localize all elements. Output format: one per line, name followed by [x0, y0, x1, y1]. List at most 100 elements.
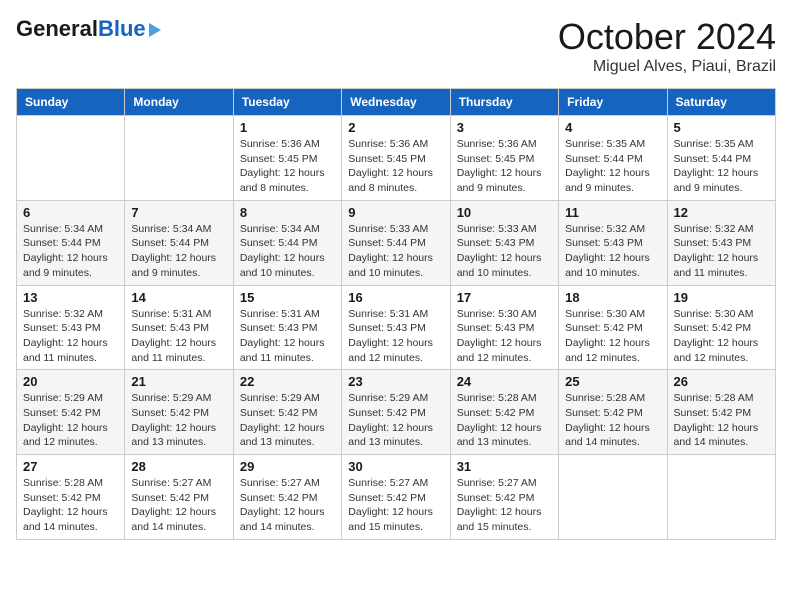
calendar-cell: 30 Sunrise: 5:27 AMSunset: 5:42 PMDayligh…: [342, 455, 450, 540]
calendar-cell: 9 Sunrise: 5:33 AMSunset: 5:44 PMDaylight…: [342, 200, 450, 285]
day-number: 22: [240, 374, 335, 389]
weekday-header-wednesday: Wednesday: [342, 89, 450, 116]
calendar-cell: 13 Sunrise: 5:32 AMSunset: 5:43 PMDayligh…: [17, 285, 125, 370]
day-info: Sunrise: 5:32 AMSunset: 5:43 PMDaylight:…: [23, 307, 118, 366]
calendar-cell: 7 Sunrise: 5:34 AMSunset: 5:44 PMDaylight…: [125, 200, 233, 285]
day-info: Sunrise: 5:31 AMSunset: 5:43 PMDaylight:…: [240, 307, 335, 366]
day-number: 4: [565, 120, 660, 135]
calendar-cell: 28 Sunrise: 5:27 AMSunset: 5:42 PMDayligh…: [125, 455, 233, 540]
calendar-cell: [125, 116, 233, 201]
calendar-cell: 20 Sunrise: 5:29 AMSunset: 5:42 PMDayligh…: [17, 370, 125, 455]
weekday-header-monday: Monday: [125, 89, 233, 116]
calendar-week-row: 1 Sunrise: 5:36 AMSunset: 5:45 PMDaylight…: [17, 116, 776, 201]
calendar-cell: [559, 455, 667, 540]
calendar-cell: 24 Sunrise: 5:28 AMSunset: 5:42 PMDayligh…: [450, 370, 558, 455]
day-number: 18: [565, 290, 660, 305]
weekday-header-thursday: Thursday: [450, 89, 558, 116]
day-info: Sunrise: 5:27 AMSunset: 5:42 PMDaylight:…: [240, 476, 335, 535]
day-info: Sunrise: 5:31 AMSunset: 5:43 PMDaylight:…: [348, 307, 443, 366]
day-number: 31: [457, 459, 552, 474]
day-info: Sunrise: 5:29 AMSunset: 5:42 PMDaylight:…: [23, 391, 118, 450]
calendar-cell: 16Sunrise: 5:31 AMSunset: 5:43 PMDayligh…: [342, 285, 450, 370]
calendar-cell: 8 Sunrise: 5:34 AMSunset: 5:44 PMDaylight…: [233, 200, 341, 285]
day-info: Sunrise: 5:32 AMSunset: 5:43 PMDaylight:…: [674, 222, 769, 281]
day-number: 24: [457, 374, 552, 389]
day-number: 11: [565, 205, 660, 220]
day-number: 10: [457, 205, 552, 220]
day-info: Sunrise: 5:28 AMSunset: 5:42 PMDaylight:…: [23, 476, 118, 535]
weekday-header-row: SundayMondayTuesdayWednesdayThursdayFrid…: [17, 89, 776, 116]
day-number: 1: [240, 120, 335, 135]
day-number: 23: [348, 374, 443, 389]
calendar-table: SundayMondayTuesdayWednesdayThursdayFrid…: [16, 88, 776, 540]
month-title: October 2024: [558, 16, 776, 58]
day-number: 20: [23, 374, 118, 389]
calendar-cell: 25 Sunrise: 5:28 AMSunset: 5:42 PMDayligh…: [559, 370, 667, 455]
day-info: Sunrise: 5:36 AMSunset: 5:45 PMDaylight:…: [457, 137, 552, 196]
calendar-cell: 19 Sunrise: 5:30 AMSunset: 5:42 PMDayligh…: [667, 285, 775, 370]
weekday-header-sunday: Sunday: [17, 89, 125, 116]
day-info: Sunrise: 5:28 AMSunset: 5:42 PMDaylight:…: [674, 391, 769, 450]
day-number: 9: [348, 205, 443, 220]
day-info: Sunrise: 5:36 AMSunset: 5:45 PMDaylight:…: [240, 137, 335, 196]
calendar-cell: [667, 455, 775, 540]
day-info: Sunrise: 5:30 AMSunset: 5:43 PMDaylight:…: [457, 307, 552, 366]
header: GeneralBlue October 2024 Miguel Alves, P…: [16, 16, 776, 76]
day-info: Sunrise: 5:28 AMSunset: 5:42 PMDaylight:…: [565, 391, 660, 450]
calendar-cell: 31Sunrise: 5:27 AMSunset: 5:42 PMDayligh…: [450, 455, 558, 540]
day-number: 25: [565, 374, 660, 389]
day-number: 5: [674, 120, 769, 135]
calendar-cell: 22Sunrise: 5:29 AMSunset: 5:42 PMDayligh…: [233, 370, 341, 455]
weekday-header-saturday: Saturday: [667, 89, 775, 116]
day-number: 2: [348, 120, 443, 135]
day-number: 13: [23, 290, 118, 305]
day-info: Sunrise: 5:28 AMSunset: 5:42 PMDaylight:…: [457, 391, 552, 450]
day-number: 8: [240, 205, 335, 220]
day-info: Sunrise: 5:27 AMSunset: 5:42 PMDaylight:…: [131, 476, 226, 535]
day-number: 21: [131, 374, 226, 389]
day-number: 30: [348, 459, 443, 474]
calendar-cell: 5 Sunrise: 5:35 AMSunset: 5:44 PMDaylight…: [667, 116, 775, 201]
calendar-cell: 21 Sunrise: 5:29 AMSunset: 5:42 PMDayligh…: [125, 370, 233, 455]
day-info: Sunrise: 5:31 AMSunset: 5:43 PMDaylight:…: [131, 307, 226, 366]
location-title: Miguel Alves, Piaui, Brazil: [558, 58, 776, 76]
calendar-cell: 1 Sunrise: 5:36 AMSunset: 5:45 PMDaylight…: [233, 116, 341, 201]
calendar-cell: 6Sunrise: 5:34 AMSunset: 5:44 PMDaylight…: [17, 200, 125, 285]
day-number: 19: [674, 290, 769, 305]
day-number: 15: [240, 290, 335, 305]
day-number: 28: [131, 459, 226, 474]
calendar-week-row: 6Sunrise: 5:34 AMSunset: 5:44 PMDaylight…: [17, 200, 776, 285]
logo-arrow-icon: [149, 23, 161, 37]
calendar-cell: 26Sunrise: 5:28 AMSunset: 5:42 PMDayligh…: [667, 370, 775, 455]
weekday-header-tuesday: Tuesday: [233, 89, 341, 116]
day-number: 7: [131, 205, 226, 220]
logo: GeneralBlue: [16, 16, 161, 42]
day-info: Sunrise: 5:32 AMSunset: 5:43 PMDaylight:…: [565, 222, 660, 281]
calendar-cell: 3Sunrise: 5:36 AMSunset: 5:45 PMDaylight…: [450, 116, 558, 201]
day-info: Sunrise: 5:29 AMSunset: 5:42 PMDaylight:…: [131, 391, 226, 450]
calendar-cell: 11 Sunrise: 5:32 AMSunset: 5:43 PMDayligh…: [559, 200, 667, 285]
day-number: 27: [23, 459, 118, 474]
logo-text: GeneralBlue: [16, 16, 146, 42]
day-info: Sunrise: 5:29 AMSunset: 5:42 PMDaylight:…: [348, 391, 443, 450]
calendar-cell: 14Sunrise: 5:31 AMSunset: 5:43 PMDayligh…: [125, 285, 233, 370]
day-info: Sunrise: 5:34 AMSunset: 5:44 PMDaylight:…: [23, 222, 118, 281]
calendar-week-row: 27 Sunrise: 5:28 AMSunset: 5:42 PMDayligh…: [17, 455, 776, 540]
calendar-cell: 10Sunrise: 5:33 AMSunset: 5:43 PMDayligh…: [450, 200, 558, 285]
day-info: Sunrise: 5:36 AMSunset: 5:45 PMDaylight:…: [348, 137, 443, 196]
weekday-header-friday: Friday: [559, 89, 667, 116]
day-info: Sunrise: 5:33 AMSunset: 5:44 PMDaylight:…: [348, 222, 443, 281]
calendar-cell: 12 Sunrise: 5:32 AMSunset: 5:43 PMDayligh…: [667, 200, 775, 285]
calendar-cell: 4 Sunrise: 5:35 AMSunset: 5:44 PMDaylight…: [559, 116, 667, 201]
calendar-week-row: 13 Sunrise: 5:32 AMSunset: 5:43 PMDayligh…: [17, 285, 776, 370]
day-info: Sunrise: 5:30 AMSunset: 5:42 PMDaylight:…: [565, 307, 660, 366]
day-info: Sunrise: 5:27 AMSunset: 5:42 PMDaylight:…: [348, 476, 443, 535]
day-number: 17: [457, 290, 552, 305]
day-info: Sunrise: 5:34 AMSunset: 5:44 PMDaylight:…: [131, 222, 226, 281]
day-info: Sunrise: 5:35 AMSunset: 5:44 PMDaylight:…: [674, 137, 769, 196]
day-info: Sunrise: 5:34 AMSunset: 5:44 PMDaylight:…: [240, 222, 335, 281]
day-info: Sunrise: 5:35 AMSunset: 5:44 PMDaylight:…: [565, 137, 660, 196]
day-number: 12: [674, 205, 769, 220]
day-info: Sunrise: 5:30 AMSunset: 5:42 PMDaylight:…: [674, 307, 769, 366]
calendar-cell: 23 Sunrise: 5:29 AMSunset: 5:42 PMDayligh…: [342, 370, 450, 455]
